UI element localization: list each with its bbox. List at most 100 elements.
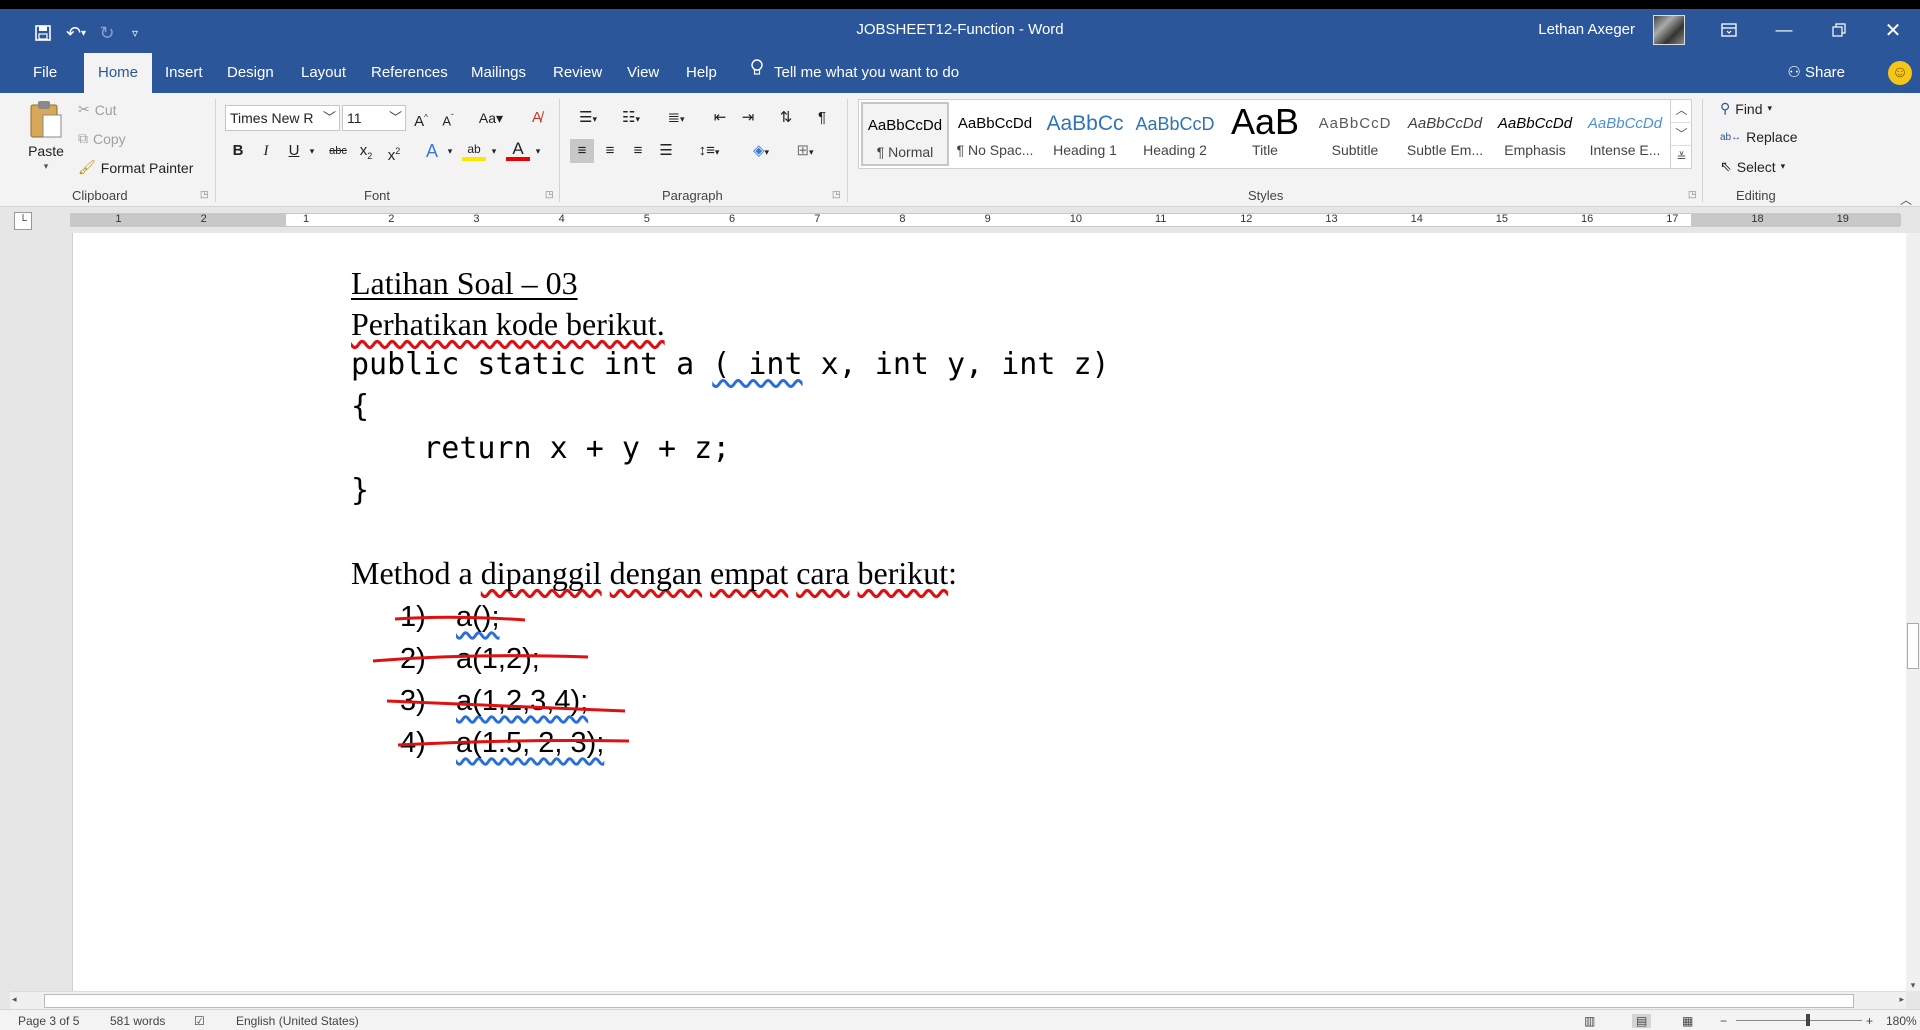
list-code: a(1,2); xyxy=(456,643,540,675)
decrease-indent-icon[interactable]: ⇤ xyxy=(708,106,732,130)
scroll-down-icon[interactable]: ﹀ xyxy=(1671,122,1692,145)
find-label: Find xyxy=(1735,100,1763,117)
tab-layout[interactable]: Layout xyxy=(288,53,359,93)
bold-icon[interactable]: B xyxy=(226,139,250,163)
scroll-right-arrow-icon[interactable]: ▸ xyxy=(1899,994,1904,1005)
word-count[interactable]: 581 words xyxy=(110,1014,165,1028)
more-styles-icon[interactable]: ≚ xyxy=(1671,145,1692,167)
replace-button[interactable]: ab↔ Replace xyxy=(1720,129,1798,145)
numbering-icon[interactable]: ☷▾ xyxy=(615,106,647,130)
close-icon[interactable]: ✕ xyxy=(1870,13,1916,47)
zoom-slider[interactable] xyxy=(1736,1020,1862,1021)
tab-view[interactable]: View xyxy=(614,53,672,93)
ruler-number: 2 xyxy=(200,213,207,225)
shading-icon[interactable]: ◈▾ xyxy=(744,139,778,163)
tab-review[interactable]: Review xyxy=(540,53,615,93)
style-subtitle[interactable]: AaBbCcD Subtitle xyxy=(1311,102,1399,166)
style-heading-2[interactable]: AaBbCcD Heading 2 xyxy=(1131,102,1219,166)
increase-indent-icon[interactable]: ⇥ xyxy=(736,106,760,130)
shrink-font-icon[interactable]: Aˇ xyxy=(436,106,460,130)
document-page[interactable]: Latihan Soal – 03 Perhatikan kode beriku… xyxy=(72,233,1906,991)
chevron-down-icon[interactable]: ▾ xyxy=(438,139,462,163)
style-normal[interactable]: AaBbCcDd ¶ Normal xyxy=(861,102,949,166)
vertical-scroll-thumb[interactable] xyxy=(1907,623,1919,669)
clear-formatting-icon[interactable]: A̸ xyxy=(525,106,549,130)
scroll-down-arrow-icon[interactable]: ▾ xyxy=(1906,980,1920,991)
horizontal-scroll-thumb[interactable] xyxy=(44,994,1854,1008)
zoom-out-icon[interactable]: − xyxy=(1720,1014,1727,1028)
align-right-icon[interactable]: ≡ xyxy=(626,139,650,163)
user-name[interactable]: Lethan Axeger xyxy=(1538,21,1635,38)
borders-icon[interactable]: ⊞▾ xyxy=(788,139,822,163)
grow-font-icon[interactable]: A^ xyxy=(409,106,433,130)
format-painter-button[interactable]: 🖌 Format Painter xyxy=(78,159,193,176)
tab-design[interactable]: Design xyxy=(214,53,287,93)
scroll-up-icon[interactable]: ︿ xyxy=(1671,99,1692,122)
subscript-icon[interactable]: x2 xyxy=(354,139,378,163)
feedback-smiley-icon[interactable]: ☺ xyxy=(1888,61,1912,85)
style-emphasis[interactable]: AaBbCcDd Emphasis xyxy=(1491,102,1579,166)
avatar[interactable] xyxy=(1653,15,1685,45)
justify-icon[interactable]: ☰ xyxy=(654,139,678,163)
read-mode-icon[interactable]: ▥ xyxy=(1584,1014,1595,1028)
line-spacing-icon[interactable]: ↕≡▾ xyxy=(692,139,726,163)
find-button[interactable]: ⚲ Find ▾ xyxy=(1720,100,1772,117)
ribbon-display-options-icon[interactable] xyxy=(1706,13,1752,47)
tab-selector[interactable]: └ xyxy=(14,212,32,230)
tab-insert[interactable]: Insert xyxy=(152,53,216,93)
vertical-scrollbar[interactable]: ▾ xyxy=(1906,233,1920,991)
scroll-left-arrow-icon[interactable]: ◂ xyxy=(12,994,17,1005)
strikethrough-icon[interactable]: abc xyxy=(326,139,350,163)
align-left-icon[interactable]: ≡ xyxy=(570,139,594,163)
chevron-down-icon[interactable]: ▾ xyxy=(482,139,506,163)
select-button[interactable]: ⇖ Select ▾ xyxy=(1720,158,1785,175)
document-area: Latihan Soal – 03 Perhatikan kode beriku… xyxy=(0,233,1906,991)
sort-icon[interactable]: ⇅ xyxy=(774,106,798,130)
paragraph-launcher-icon[interactable]: ◳ xyxy=(832,189,841,200)
zoom-in-icon[interactable]: + xyxy=(1866,1014,1873,1028)
ruler-track[interactable]: 2 1 1 2 3 4 5 6 7 8 9 10 11 12 13 14 15 16 17 18 19 xyxy=(70,213,1901,227)
web-layout-icon[interactable]: ▦ xyxy=(1682,1014,1693,1028)
chevron-down-icon[interactable]: ▾ xyxy=(526,139,550,163)
multilevel-list-icon[interactable]: ≣▾ xyxy=(660,106,692,130)
pilcrow-icon[interactable]: ¶ xyxy=(810,106,834,130)
tell-me-box[interactable]: Tell me what you want to do xyxy=(750,53,959,93)
collapse-ribbon-icon[interactable]: ︿ xyxy=(1900,191,1912,208)
cut-button[interactable]: ✂ Cut xyxy=(78,101,117,118)
proofing-icon[interactable]: ☑ xyxy=(194,1014,205,1028)
style-subtle-emphasis[interactable]: AaBbCcDd Subtle Em... xyxy=(1401,102,1489,166)
change-case-button[interactable]: Aa▾ xyxy=(474,106,508,130)
italic-icon[interactable]: I xyxy=(254,139,278,163)
code-line-close-brace: } xyxy=(351,473,370,508)
font-name-combo[interactable]: Times New R ﹀ xyxy=(225,105,340,131)
style-intense-emphasis[interactable]: AaBbCcDd Intense E... xyxy=(1581,102,1669,166)
copy-button[interactable]: ⧉ Copy xyxy=(78,130,126,147)
clipboard-launcher-icon[interactable]: ◳ xyxy=(200,189,209,200)
style-no-spacing[interactable]: AaBbCcDd ¶ No Spac... xyxy=(951,102,1039,166)
zoom-slider-thumb[interactable] xyxy=(1806,1014,1810,1026)
language-indicator[interactable]: English (United States) xyxy=(236,1014,359,1028)
style-title[interactable]: AaB Title xyxy=(1221,102,1309,166)
share-button[interactable]: ⚇ Share xyxy=(1787,53,1845,93)
style-heading-1[interactable]: AaBbCc Heading 1 xyxy=(1041,102,1129,166)
align-center-icon[interactable]: ≡ xyxy=(598,139,622,163)
styles-launcher-icon[interactable]: ◳ xyxy=(1688,189,1697,200)
minimize-icon[interactable]: — xyxy=(1761,13,1807,47)
paste-button[interactable]: Paste ▾ xyxy=(22,99,70,172)
tab-mailings[interactable]: Mailings xyxy=(458,53,539,93)
font-size-combo[interactable]: 11 ﹀ xyxy=(342,105,406,131)
zoom-level[interactable]: 180% xyxy=(1886,1014,1917,1028)
superscript-icon[interactable]: x2 xyxy=(382,139,406,164)
horizontal-scrollbar[interactable]: ◂ ▸ xyxy=(10,991,1906,1009)
style-name: ¶ Normal xyxy=(876,144,934,160)
tab-references[interactable]: References xyxy=(358,53,461,93)
font-launcher-icon[interactable]: ◳ xyxy=(545,189,554,200)
tab-home[interactable]: Home xyxy=(84,53,153,93)
print-layout-icon[interactable]: ▤ xyxy=(1632,1014,1652,1028)
restore-icon[interactable] xyxy=(1816,13,1862,47)
tab-file[interactable]: File xyxy=(20,53,70,93)
underline-dropdown-icon[interactable]: ▾ xyxy=(300,139,324,163)
page-count[interactable]: Page 3 of 5 xyxy=(18,1014,79,1028)
bullets-icon[interactable]: ☰▾ xyxy=(572,106,604,130)
tab-help[interactable]: Help xyxy=(673,53,730,93)
